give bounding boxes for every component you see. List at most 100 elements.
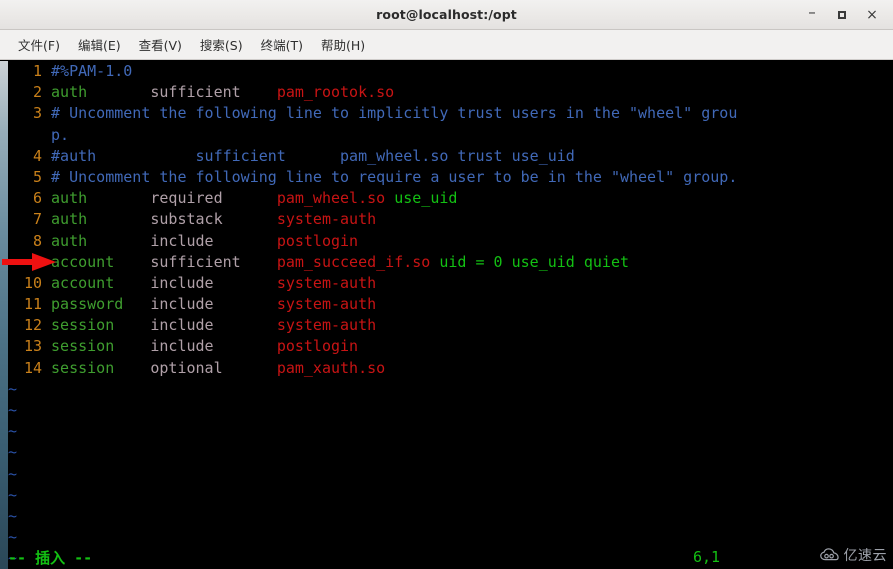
buffer-line[interactable]: 4 #auth sufficient pam_wheel.so trust us… xyxy=(8,146,893,167)
line-number: 3 xyxy=(32,104,42,123)
buffer-empty-line: ~ xyxy=(8,464,893,485)
buffer-empty-line: ~ xyxy=(8,442,893,463)
comment-text: # Uncomment the following line to implic… xyxy=(51,104,738,123)
window-titlebar[interactable]: root@localhost:/opt – × xyxy=(0,0,893,30)
pam-module: system-auth xyxy=(276,316,377,335)
buffer-line[interactable]: 6 auth required pam_wheel.so use_uid xyxy=(8,188,893,209)
pam-type: account xyxy=(51,273,115,292)
pam-module: postlogin xyxy=(276,337,359,356)
tilde-marker: ~ xyxy=(8,528,18,547)
buffer-line[interactable]: 12 session include system-auth xyxy=(8,315,893,336)
buffer-line[interactable]: p. xyxy=(8,125,893,146)
line-number: 1 xyxy=(32,62,42,80)
buffer-line[interactable]: 11 password include system-auth xyxy=(8,294,893,315)
menu-item-help[interactable]: 帮助(H) xyxy=(312,32,374,58)
pam-type: auth xyxy=(51,231,88,250)
pam-module: system-auth xyxy=(276,295,377,314)
comment-text: #auth sufficient pam_wheel.so trust use_… xyxy=(51,146,575,165)
minimize-button[interactable]: – xyxy=(797,2,827,28)
line-number: 8 xyxy=(32,231,42,250)
line-number: 2 xyxy=(32,83,42,102)
pam-type: password xyxy=(51,295,124,314)
pam-control: optional xyxy=(150,358,223,377)
close-icon: × xyxy=(866,7,878,23)
line-number: 4 xyxy=(32,146,42,165)
line-number: 10 xyxy=(23,273,42,292)
pam-control: include xyxy=(150,337,214,356)
pam-type: session xyxy=(51,358,115,377)
buffer-line[interactable]: 2 auth sufficient pam_rootok.so xyxy=(8,82,893,103)
minimize-icon: – xyxy=(808,2,816,21)
buffer-empty-line: ~ xyxy=(8,379,893,400)
maximize-button[interactable] xyxy=(827,2,857,28)
buffer-empty-line: ~ xyxy=(8,421,893,442)
maximize-icon xyxy=(838,11,846,19)
vim-mode-indicator: -- 插入 -- xyxy=(8,548,93,567)
pam-type: session xyxy=(51,316,115,335)
close-button[interactable]: × xyxy=(857,2,887,28)
buffer-empty-line: ~ xyxy=(8,400,893,421)
buffer-line[interactable]: 1 #%PAM-1.0 xyxy=(8,61,893,82)
buffer-line[interactable]: 13 session include postlogin xyxy=(8,336,893,357)
tilde-marker: ~ xyxy=(8,401,18,419)
cursor-position: 6,1 xyxy=(693,548,721,566)
vim-buffer[interactable]: 1 #%PAM-1.0 2 auth sufficient pam_rootok.… xyxy=(8,61,893,569)
pam-type: auth xyxy=(51,189,88,208)
terminal-body[interactable]: 1 #%PAM-1.0 2 auth sufficient pam_rootok.… xyxy=(0,61,893,569)
vim-status-line: -- 插入 -- 6,1 xyxy=(8,545,893,569)
line-number: 5 xyxy=(32,167,42,186)
tilde-marker: ~ xyxy=(8,422,18,441)
buffer-line[interactable]: 9 account sufficient pam_succeed_if.so u… xyxy=(8,252,893,273)
comment-text: # Uncomment the following line to requir… xyxy=(51,167,738,186)
pam-control: include xyxy=(150,231,214,250)
pam-module: pam_wheel.so xyxy=(276,189,386,208)
line-number: 12 xyxy=(23,316,42,335)
cloud-logo-icon xyxy=(819,548,839,561)
buffer-line[interactable]: 5 # Uncomment the following line to requ… xyxy=(8,167,893,188)
comment-text: p. xyxy=(51,125,70,144)
buffer-line[interactable]: 14 session optional pam_xauth.so xyxy=(8,358,893,379)
tilde-marker: ~ xyxy=(8,443,18,462)
pam-control: substack xyxy=(150,210,223,229)
watermark: 亿速云 xyxy=(819,545,888,565)
menubar: 文件(F) 编辑(E) 查看(V) 搜索(S) 终端(T) 帮助(H) xyxy=(0,30,893,60)
pam-control: sufficient xyxy=(150,252,241,271)
buffer-line[interactable]: 7 auth substack system-auth xyxy=(8,209,893,230)
menu-item-edit[interactable]: 编辑(E) xyxy=(69,32,130,58)
pam-control: include xyxy=(150,295,214,314)
menu-item-view[interactable]: 查看(V) xyxy=(130,32,191,58)
pam-control: include xyxy=(150,316,214,335)
menu-item-terminal[interactable]: 终端(T) xyxy=(252,32,312,58)
pam-args: uid = 0 use_uid quiet xyxy=(430,252,630,271)
buffer-line[interactable]: 3 # Uncomment the following line to impl… xyxy=(8,103,893,124)
pam-type: session xyxy=(51,337,115,356)
menu-item-search[interactable]: 搜索(S) xyxy=(191,32,252,58)
pam-module: system-auth xyxy=(276,273,377,292)
window-controls: – × xyxy=(797,0,887,30)
line-number: 9 xyxy=(32,252,42,271)
line-number: 13 xyxy=(23,337,42,356)
line-number: 14 xyxy=(23,358,42,377)
pam-args: use_uid xyxy=(385,189,458,208)
buffer-line[interactable]: 8 auth include postlogin xyxy=(8,231,893,252)
watermark-text: 亿速云 xyxy=(843,548,887,564)
comment-text: #%PAM-1.0 xyxy=(51,62,133,80)
pam-module: pam_rootok.so xyxy=(276,83,395,102)
pam-control: include xyxy=(150,273,214,292)
menu-item-file[interactable]: 文件(F) xyxy=(9,32,69,58)
buffer-line[interactable]: 10 account include system-auth xyxy=(8,273,893,294)
